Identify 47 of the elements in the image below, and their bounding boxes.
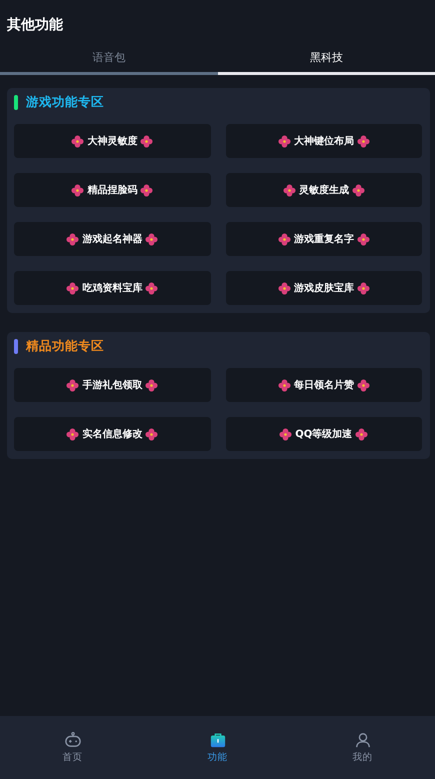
flower-icon xyxy=(278,134,291,148)
person-icon xyxy=(354,732,372,748)
flower-icon xyxy=(356,378,370,392)
flower-icon xyxy=(282,184,296,196)
flower-icon xyxy=(66,232,80,246)
feature-button[interactable]: 大神灵敏度 xyxy=(14,124,210,158)
flower-icon xyxy=(145,282,158,294)
feature-button[interactable]: 实名信息修改 xyxy=(14,417,210,451)
feature-button[interactable]: 游戏重复名字 xyxy=(226,222,422,256)
tab[interactable]: 黑科技 xyxy=(218,50,435,75)
flower-icon xyxy=(356,134,370,148)
flower-icon xyxy=(355,428,368,440)
nav-tab[interactable]: 我的 xyxy=(290,716,435,779)
feature-button[interactable]: 游戏起名神器 xyxy=(14,222,210,256)
flower-icon xyxy=(66,428,80,440)
section-title: 游戏功能专区 xyxy=(26,94,104,111)
nav-tab[interactable]: 首页 xyxy=(0,716,145,779)
feature-button[interactable]: 精品捏脸码 xyxy=(14,173,210,207)
flower-icon xyxy=(71,184,84,196)
feature-button[interactable]: 手游礼包领取 xyxy=(14,368,210,402)
flower-icon xyxy=(145,232,158,246)
feature-button[interactable]: 大神键位布局 xyxy=(226,124,422,158)
flower-icon xyxy=(356,232,370,246)
flower-icon xyxy=(278,232,291,246)
flower-icon xyxy=(278,378,291,392)
feature-button[interactable]: 每日领名片赞 xyxy=(226,368,422,402)
bag-icon xyxy=(208,732,226,748)
flower-icon xyxy=(356,282,370,294)
flower-icon xyxy=(278,282,291,294)
nav-tab[interactable]: 功能 xyxy=(145,716,290,779)
tab[interactable]: 语音包 xyxy=(0,50,218,75)
flower-icon xyxy=(145,378,158,392)
flower-icon xyxy=(352,184,365,196)
flower-icon xyxy=(140,184,154,196)
flower-icon xyxy=(66,282,80,294)
flower-icon xyxy=(145,428,158,440)
page-title: 其他功能 xyxy=(6,16,64,35)
flower-icon xyxy=(140,134,154,148)
feature-button[interactable]: 吃鸡资料宝库 xyxy=(14,271,210,305)
section-title: 精品功能专区 xyxy=(26,338,104,355)
flower-icon xyxy=(279,428,292,440)
feature-button[interactable]: QQ等级加速 xyxy=(226,417,422,451)
robot-icon xyxy=(64,732,82,748)
flower-icon xyxy=(66,378,80,392)
flower-icon xyxy=(71,134,84,148)
feature-button[interactable]: 灵敏度生成 xyxy=(226,173,422,207)
feature-button[interactable]: 游戏皮肤宝库 xyxy=(226,271,422,305)
